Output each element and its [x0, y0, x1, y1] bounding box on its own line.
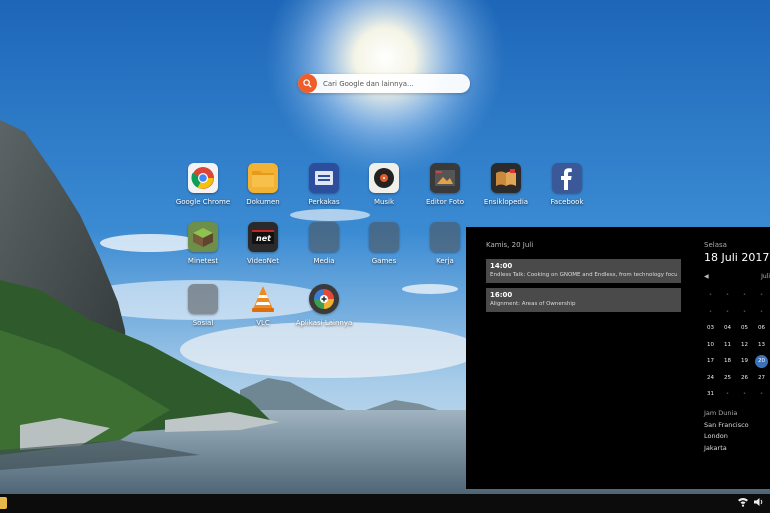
world-clocks-title: Jam Dunia	[704, 409, 738, 417]
games-folder-icon	[369, 222, 399, 252]
calendar-day: •	[742, 391, 747, 398]
search-bar[interactable]: Cari Google dan lainnya...	[298, 74, 470, 93]
calendar-week-row: • • • •	[702, 287, 770, 304]
calendar-day[interactable]: 26	[736, 375, 753, 381]
world-clocks: Jam Dunia San Francisco London Jakarta	[704, 408, 749, 454]
calendar-week-row: 03 04 05 06	[702, 320, 770, 337]
system-tray	[738, 497, 764, 510]
music-record-icon	[369, 163, 399, 193]
calendar-month: Juli	[761, 273, 770, 280]
world-clock-item[interactable]: Jakarta	[704, 443, 749, 455]
calendar-day[interactable]: 25	[719, 375, 736, 381]
calendar-day[interactable]: 19	[736, 358, 753, 364]
calendar-week-row: 31 • • •	[702, 386, 770, 403]
calendar-panel: Kamis, 20 Juli 14:00 Endless Talk: Cooki…	[466, 227, 770, 489]
media-folder-icon	[309, 222, 339, 252]
calendar-day: •	[759, 292, 764, 299]
calendar-week-row: 10 11 12 13	[702, 337, 770, 354]
calendar-week-row: 24 25 26 27	[702, 370, 770, 387]
calendar-day[interactable]: 11	[719, 342, 736, 348]
event-item[interactable]: 14:00 Endless Talk: Cooking on GNOME and…	[486, 259, 681, 283]
calendar-day: •	[759, 308, 764, 315]
calendar-day: •	[742, 292, 747, 299]
calendar-day[interactable]: 12	[736, 342, 753, 348]
work-folder-icon	[430, 222, 460, 252]
world-clock-item[interactable]: San Francisco	[704, 420, 749, 432]
world-clock-item[interactable]: London	[704, 431, 749, 443]
events-date: Kamis, 20 Juli	[486, 241, 534, 249]
taskbar	[0, 494, 770, 513]
calendar-day: •	[708, 308, 713, 315]
folder-icon	[248, 163, 278, 193]
calendar-day[interactable]: 17	[702, 358, 719, 364]
photo-editor-icon	[430, 163, 460, 193]
calendar-day-today[interactable]: 20	[755, 354, 768, 368]
calendar-grid: • • • • • • • • 03 04 05 06 10 11 12 13 17 18 19 20 24 25 26 27…	[702, 287, 770, 403]
calendar-day[interactable]: 03	[702, 325, 719, 331]
event-description: Endless Talk: Cooking on GNOME and Endle…	[490, 272, 677, 278]
calendar-day[interactable]: 04	[719, 325, 736, 331]
social-folder-icon	[188, 284, 218, 314]
calendar-day[interactable]: 18	[719, 358, 736, 364]
event-item[interactable]: 16:00 Alignment: Areas of Ownership	[486, 288, 681, 312]
calendar-day: •	[725, 308, 730, 315]
vlc-icon	[248, 284, 278, 314]
app-label: Facebook	[550, 198, 584, 206]
calendar-day: •	[725, 292, 730, 299]
chevron-left-icon[interactable]: ◀	[704, 273, 709, 280]
videonet-icon: net	[248, 222, 278, 252]
calendar-day[interactable]: 13	[753, 342, 770, 348]
search-icon	[298, 74, 317, 93]
calendar-month-nav: ◀ Juli	[704, 273, 770, 280]
calendar-week-row: • • • •	[702, 304, 770, 321]
event-time: 14:00	[490, 262, 513, 270]
network-icon[interactable]	[738, 497, 748, 510]
book-icon	[491, 163, 521, 193]
calendar-day[interactable]: 27	[753, 375, 770, 381]
calendar-day: •	[708, 292, 713, 299]
calendar-day[interactable]: 31	[702, 391, 719, 397]
app-aplikasi-lainnya[interactable]: Aplikasi Lainnya	[288, 284, 360, 327]
calendar-weekday: Selasa	[704, 241, 727, 249]
calendar-week-row: 17 18 19 20	[702, 353, 770, 370]
app-facebook[interactable]: Facebook	[531, 163, 603, 206]
calendar-date: 18 Juli 2017	[704, 251, 770, 264]
calendar-day[interactable]: 05	[736, 325, 753, 331]
event-time: 16:00	[490, 291, 513, 299]
app-menu-button[interactable]	[0, 497, 7, 509]
add-app-icon	[309, 284, 339, 314]
search-placeholder: Cari Google dan lainnya...	[323, 79, 414, 88]
calendar-day: •	[742, 308, 747, 315]
chrome-icon	[188, 163, 218, 193]
calendar-day: •	[725, 391, 730, 398]
minetest-icon	[188, 222, 218, 252]
app-label: Aplikasi Lainnya	[295, 319, 353, 327]
volume-icon[interactable]	[754, 497, 764, 510]
svg-text:net: net	[256, 234, 272, 243]
event-description: Alignment: Areas of Ownership	[490, 301, 576, 307]
calendar-day[interactable]: 06	[753, 325, 770, 331]
calendar-day[interactable]: 10	[702, 342, 719, 348]
calendar-day[interactable]: 24	[702, 375, 719, 381]
facebook-icon	[552, 163, 582, 193]
calendar-day: •	[759, 391, 764, 398]
toolbox-icon	[309, 163, 339, 193]
